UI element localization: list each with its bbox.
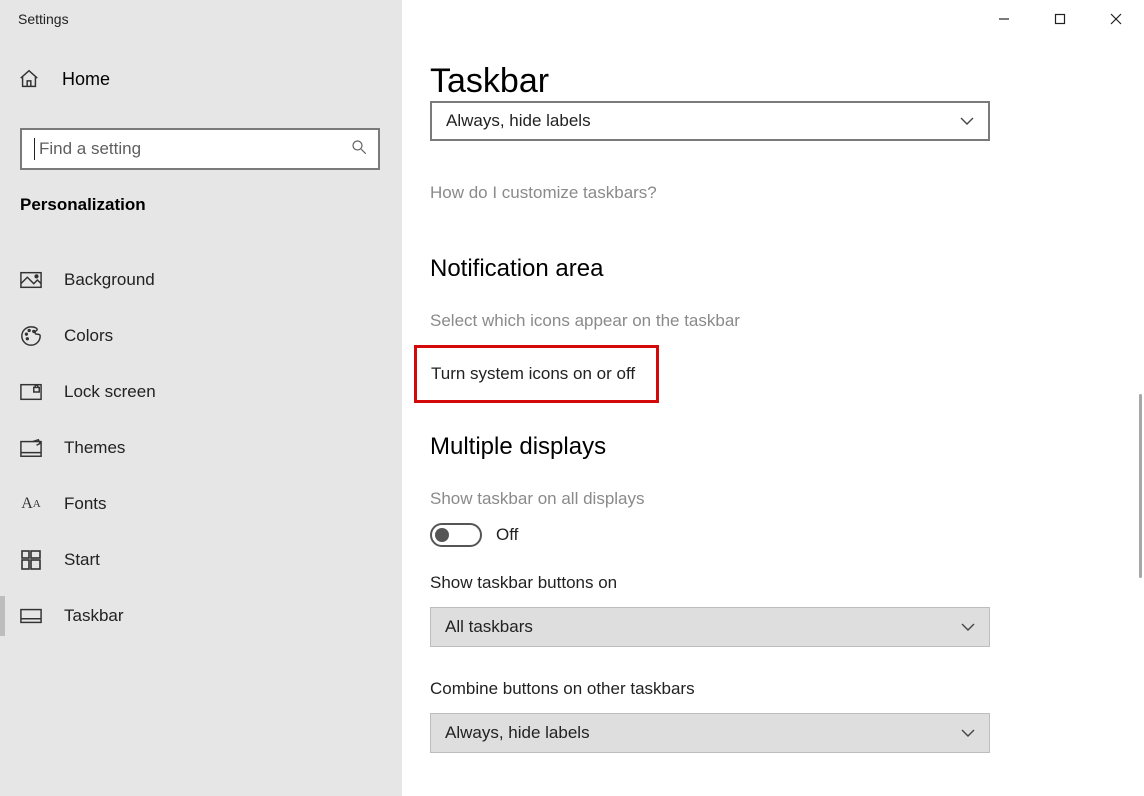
window-title: Settings	[0, 11, 69, 27]
sidebar-item-label: Themes	[64, 438, 125, 458]
link-select-icons[interactable]: Select which icons appear on the taskbar	[430, 311, 1144, 331]
sidebar-item-label: Colors	[64, 326, 113, 346]
toggle-state-label: Off	[496, 525, 518, 545]
scrollbar[interactable]	[1139, 394, 1142, 578]
combo-value: Always, hide labels	[446, 111, 591, 131]
highlighted-link-box: Turn system icons on or off	[414, 345, 659, 403]
window-controls	[976, 0, 1144, 38]
page-title: Taskbar	[430, 62, 1144, 101]
sidebar-item-background[interactable]: Background	[0, 252, 402, 308]
section-multiple-displays: Multiple displays	[430, 433, 1144, 461]
show-taskbar-all-label: Show taskbar on all displays	[430, 489, 1144, 509]
close-button[interactable]	[1088, 0, 1144, 38]
home-label: Home	[62, 69, 110, 90]
chevron-down-icon	[961, 728, 975, 738]
sidebar-item-label: Background	[64, 270, 155, 290]
search-placeholder: Find a setting	[39, 139, 350, 159]
search-icon	[350, 138, 368, 161]
sidebar-item-colors[interactable]: Colors	[0, 308, 402, 364]
section-notification-area: Notification area	[430, 255, 1144, 283]
sidebar-item-label: Taskbar	[64, 606, 124, 626]
combo-value: All taskbars	[445, 617, 533, 637]
combine-other-label: Combine buttons on other taskbars	[430, 679, 1144, 699]
home-icon	[18, 68, 40, 90]
search-input[interactable]: Find a setting	[20, 128, 380, 170]
sidebar: Home Find a setting Personalization Back…	[0, 0, 402, 796]
text-caret	[34, 138, 35, 160]
sidebar-item-themes[interactable]: Themes	[0, 420, 402, 476]
titlebar: Settings	[0, 0, 1144, 38]
sidebar-category: Personalization	[20, 195, 146, 215]
sidebar-item-taskbar[interactable]: Taskbar	[0, 588, 402, 644]
chevron-down-icon	[961, 622, 975, 632]
palette-icon	[20, 325, 42, 347]
sidebar-nav: Background Colors Lock screen Themes AA …	[0, 252, 402, 644]
combo-value: Always, hide labels	[445, 723, 590, 743]
show-taskbar-all-toggle[interactable]	[430, 523, 482, 547]
minimize-button[interactable]	[976, 0, 1032, 38]
image-icon	[20, 269, 42, 291]
link-system-icons[interactable]: Turn system icons on or off	[431, 364, 635, 384]
taskbar-icon	[20, 605, 42, 627]
themes-icon	[20, 437, 42, 459]
sidebar-item-label: Lock screen	[64, 382, 156, 402]
toggle-knob	[435, 528, 449, 542]
sidebar-item-label: Start	[64, 550, 100, 570]
chevron-down-icon	[960, 116, 974, 126]
sidebar-item-fonts[interactable]: AA Fonts	[0, 476, 402, 532]
lock-screen-icon	[20, 381, 42, 403]
show-taskbar-buttons-label: Show taskbar buttons on	[430, 573, 1144, 593]
sidebar-item-label: Fonts	[64, 494, 107, 514]
main-content: Taskbar Always, hide labels How do I cus…	[402, 0, 1144, 796]
home-nav[interactable]: Home	[18, 68, 110, 90]
fonts-icon: AA	[20, 493, 42, 515]
show-taskbar-buttons-select[interactable]: All taskbars	[430, 607, 990, 647]
maximize-button[interactable]	[1032, 0, 1088, 38]
combine-taskbar-buttons-select[interactable]: Always, hide labels	[430, 101, 990, 141]
help-link[interactable]: How do I customize taskbars?	[430, 183, 1144, 203]
sidebar-item-lock-screen[interactable]: Lock screen	[0, 364, 402, 420]
combine-other-select[interactable]: Always, hide labels	[430, 713, 990, 753]
start-icon	[20, 549, 42, 571]
sidebar-item-start[interactable]: Start	[0, 532, 402, 588]
